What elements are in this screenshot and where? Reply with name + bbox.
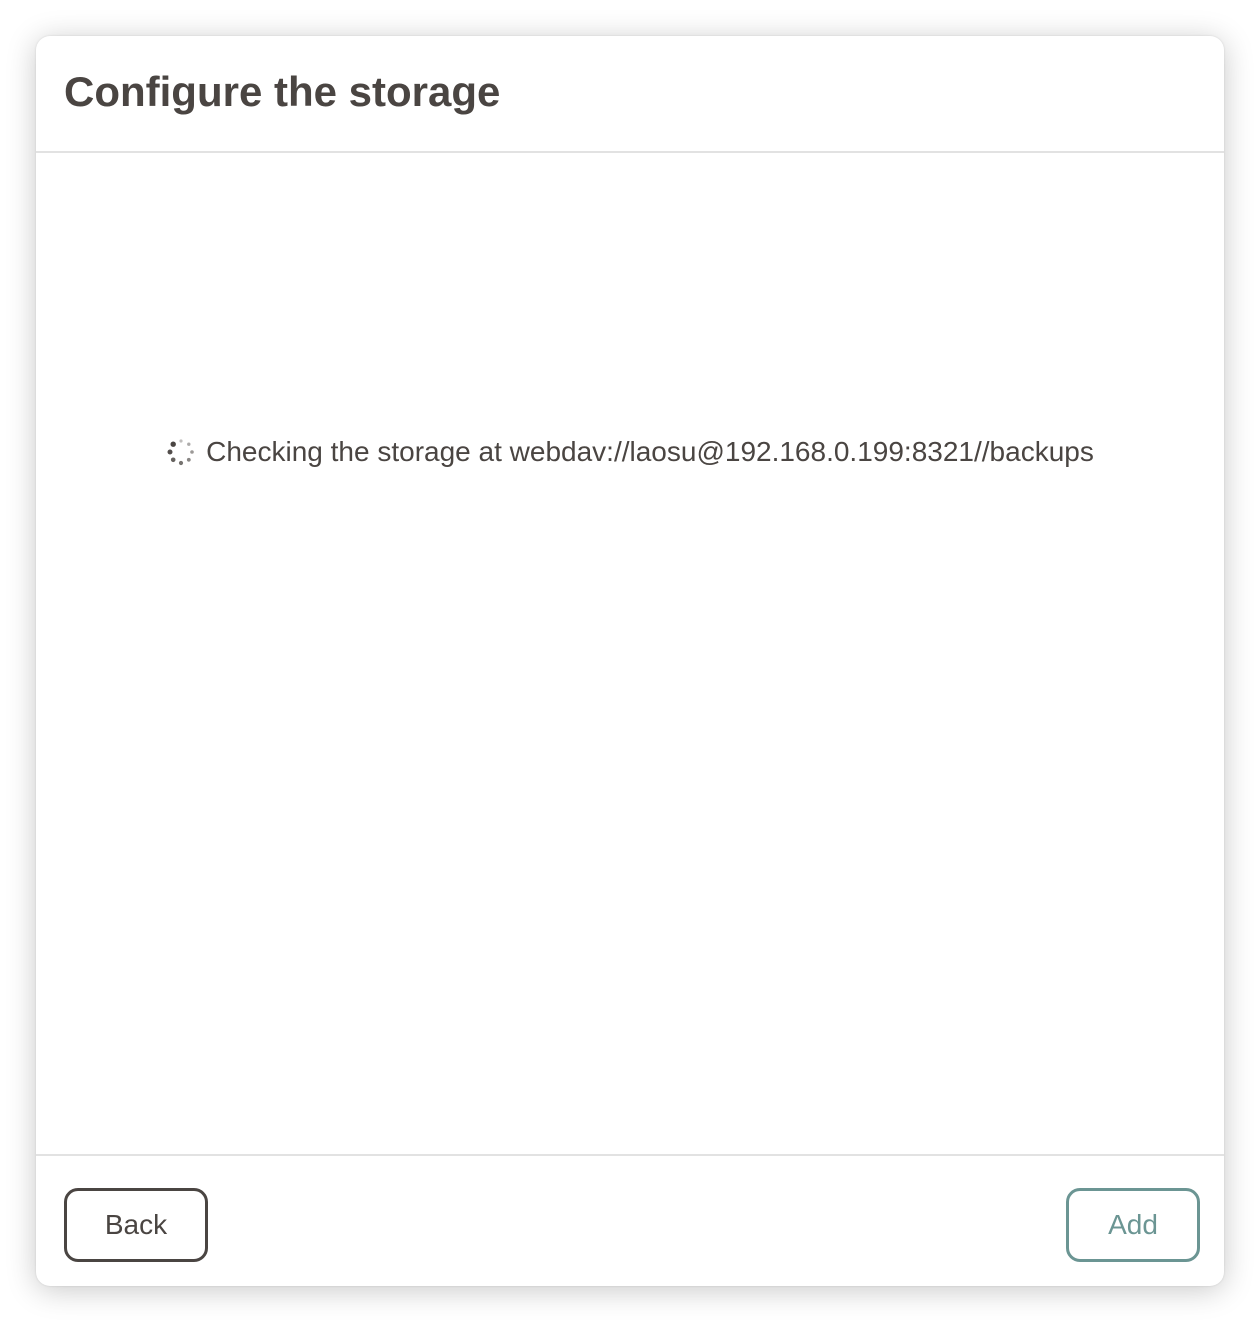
configure-storage-dialog: Configure the storage Checking the stora… xyxy=(36,36,1224,1286)
dialog-title: Configure the storage xyxy=(64,68,501,115)
loading-spinner-icon xyxy=(166,437,196,467)
back-button[interactable]: Back xyxy=(64,1188,208,1262)
add-button[interactable]: Add xyxy=(1066,1188,1200,1262)
dialog-body: Checking the storage at webdav://laosu@1… xyxy=(36,153,1224,1154)
storage-check-status: Checking the storage at webdav://laosu@1… xyxy=(36,428,1224,476)
status-message: Checking the storage at webdav://laosu@1… xyxy=(206,436,1094,467)
dialog-header: Configure the storage xyxy=(36,36,1224,153)
dialog-footer: Back Add xyxy=(36,1154,1224,1286)
